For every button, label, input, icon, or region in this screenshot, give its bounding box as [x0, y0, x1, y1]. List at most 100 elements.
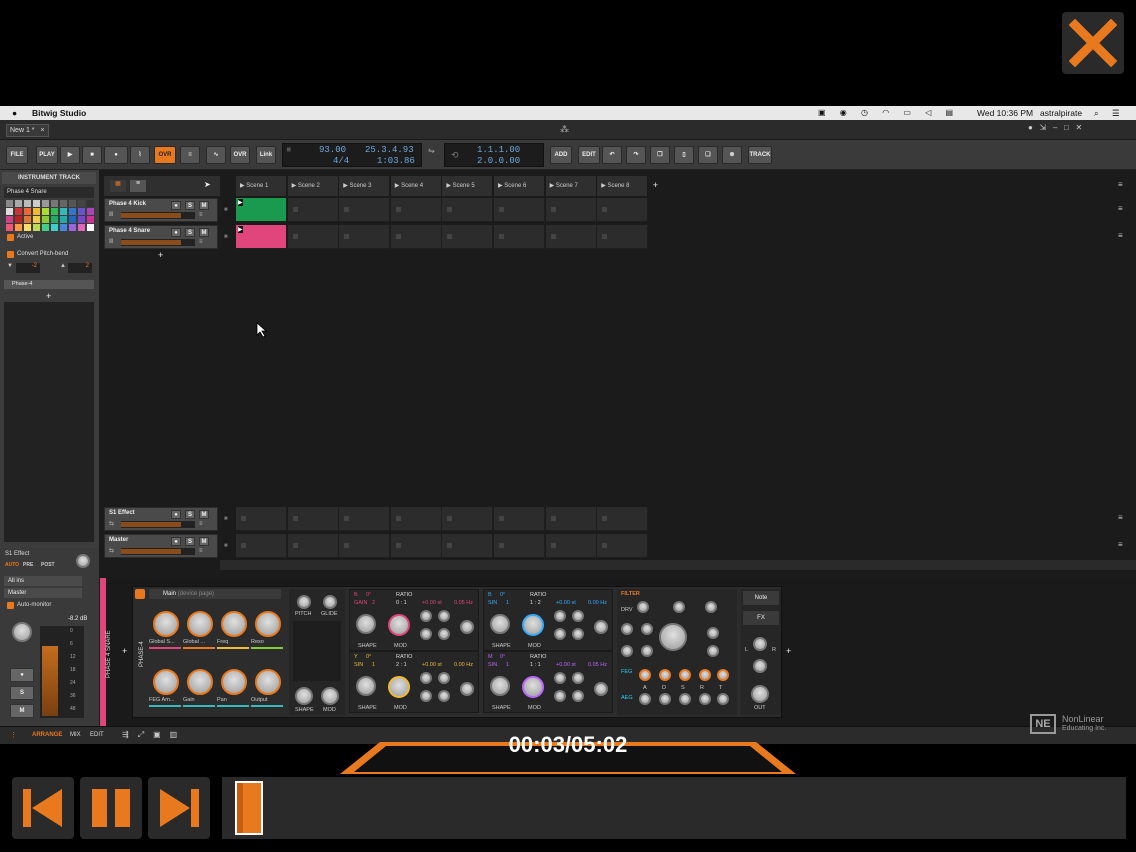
filter-knob[interactable] — [641, 645, 653, 657]
mixer-tab-pre[interactable]: PRE — [23, 562, 33, 568]
record-arm-button[interactable]: ● — [171, 228, 181, 237]
edit-tab[interactable]: EDIT — [90, 732, 104, 738]
track-volume-slider[interactable] — [121, 521, 195, 528]
clip-slot[interactable] — [442, 507, 494, 531]
scene-header[interactable]: ▶ Scene 3 — [339, 176, 391, 196]
track-menu-icon[interactable]: ≡ — [199, 212, 203, 218]
mute-button[interactable]: M — [10, 704, 34, 718]
clip-slot[interactable] — [390, 198, 442, 222]
clip-slot[interactable] — [494, 507, 545, 531]
track-row-menu-icon[interactable]: ≡ — [1118, 231, 1123, 240]
tab-new-1[interactable]: New 1 * × — [6, 124, 49, 137]
clip-stop-button[interactable]: ■ — [224, 200, 232, 220]
operator-knob[interactable] — [438, 672, 450, 684]
filter-knob[interactable] — [717, 669, 729, 681]
effect-track-header[interactable]: Master ● S M ⇆ ≡ — [104, 534, 218, 558]
record-arm-button[interactable]: ● — [171, 201, 181, 210]
scene-header[interactable]: ▶ Scene 1 — [236, 176, 287, 196]
add-scene-button[interactable]: + — [653, 180, 658, 190]
auto-monitor-checkbox[interactable] — [7, 602, 14, 609]
mute-button[interactable]: M — [199, 228, 209, 237]
arrange-tab[interactable]: ARRANGE — [32, 732, 62, 738]
solo-button[interactable]: S — [185, 201, 195, 210]
output-select[interactable]: Master — [4, 588, 82, 598]
glide-knob[interactable] — [323, 595, 337, 609]
color-swatch[interactable] — [78, 224, 85, 231]
filter-knob[interactable] — [639, 669, 651, 681]
punch-icon[interactable]: ⇋ — [428, 146, 435, 155]
operator-knob[interactable] — [438, 690, 450, 702]
delete-button[interactable]: ▯ — [674, 146, 694, 164]
overdub2-button[interactable]: OVR — [230, 146, 250, 164]
track-row-menu-icon[interactable]: ≡ — [1118, 513, 1123, 522]
scene-header[interactable]: ▶ Scene 6 — [494, 176, 545, 196]
loop-length[interactable]: 2.0.0.00 — [477, 156, 520, 166]
shape-knob[interactable] — [356, 614, 376, 634]
close-button[interactable] — [1062, 12, 1124, 74]
edit-button[interactable]: EDIT — [578, 146, 600, 164]
clip-slot[interactable] — [545, 198, 597, 222]
record-arm-button[interactable]: ● — [171, 537, 181, 546]
clip-slot[interactable] — [597, 507, 649, 531]
clip-slot[interactable]: ▶ — [236, 225, 287, 249]
send-knob[interactable] — [76, 554, 90, 568]
status-icons[interactable]: ▣ ◉ ◷ ◠ ▭ ◁ ▤ — [818, 106, 959, 120]
operator-knob[interactable] — [554, 672, 566, 684]
filter-knob[interactable] — [679, 693, 691, 705]
solo-button[interactable]: S — [10, 686, 34, 700]
record-arm-button[interactable]: ● — [171, 510, 181, 519]
add-button[interactable]: ADD — [550, 146, 572, 164]
operator-knob[interactable] — [420, 628, 432, 640]
color-swatch[interactable] — [42, 224, 49, 231]
color-swatch[interactable] — [87, 224, 94, 231]
color-swatch[interactable] — [51, 216, 58, 223]
clip-slot[interactable] — [545, 534, 597, 558]
color-swatch[interactable] — [33, 224, 40, 231]
filter-knob[interactable] — [621, 645, 633, 657]
play-mode-button[interactable]: PLAY — [36, 146, 58, 164]
undo-button[interactable]: ↶ — [602, 146, 622, 164]
operator-knob[interactable] — [554, 690, 566, 702]
tempo-position-display[interactable]: ▦ 93.00 4/4 25.3.4.93 1:03.86 — [282, 143, 422, 167]
track-row-menu-icon[interactable]: ≡ — [1118, 204, 1123, 213]
clip-slot[interactable] — [390, 534, 442, 558]
time-signature[interactable]: 4/4 — [333, 156, 349, 166]
solo-button[interactable]: S — [185, 510, 195, 519]
tempo-value[interactable]: 93.00 — [319, 145, 346, 155]
filter-knob[interactable] — [637, 601, 649, 613]
filter-knob[interactable] — [659, 669, 671, 681]
clip-slot[interactable] — [390, 507, 442, 531]
note-tab[interactable]: Note — [743, 591, 779, 605]
level-knob[interactable] — [594, 682, 608, 696]
color-swatch[interactable] — [33, 216, 40, 223]
clip-play-icon[interactable]: ▶ — [238, 226, 243, 233]
arranger-automation-button[interactable]: ∿ — [206, 146, 226, 164]
redo-button[interactable]: ↷ — [626, 146, 646, 164]
pitch-up-field[interactable]: 2 — [68, 263, 92, 273]
color-swatch[interactable] — [24, 216, 31, 223]
clip-stop-button[interactable]: ■ — [224, 227, 232, 247]
color-swatch[interactable] — [6, 208, 13, 215]
menu-list-icon[interactable]: ☰ — [1112, 106, 1120, 120]
shape-knob[interactable] — [490, 676, 510, 696]
mute-button[interactable]: M — [199, 510, 209, 519]
color-swatch[interactable] — [78, 200, 85, 207]
device-chain-item[interactable]: Phase-4 — [4, 280, 94, 289]
time-position[interactable]: 1:03.86 — [377, 156, 415, 166]
window-controls[interactable]: ● ⇲ – □ ✕ — [1028, 123, 1082, 132]
level-knob[interactable] — [460, 620, 474, 634]
operator-knob[interactable] — [572, 628, 584, 640]
link-button[interactable]: Link — [256, 146, 276, 164]
filter-knob[interactable] — [639, 693, 651, 705]
macro-knob[interactable] — [221, 669, 247, 695]
filter-knob[interactable] — [659, 693, 671, 705]
track-volume-slider[interactable] — [121, 212, 195, 219]
color-swatch[interactable] — [33, 208, 40, 215]
level-knob[interactable] — [460, 682, 474, 696]
color-swatch[interactable] — [51, 200, 58, 207]
filter-knob[interactable] — [705, 601, 717, 613]
color-swatch[interactable] — [15, 216, 22, 223]
clip-slot[interactable] — [545, 507, 597, 531]
color-swatch[interactable] — [51, 224, 58, 231]
operator-knob[interactable] — [554, 628, 566, 640]
